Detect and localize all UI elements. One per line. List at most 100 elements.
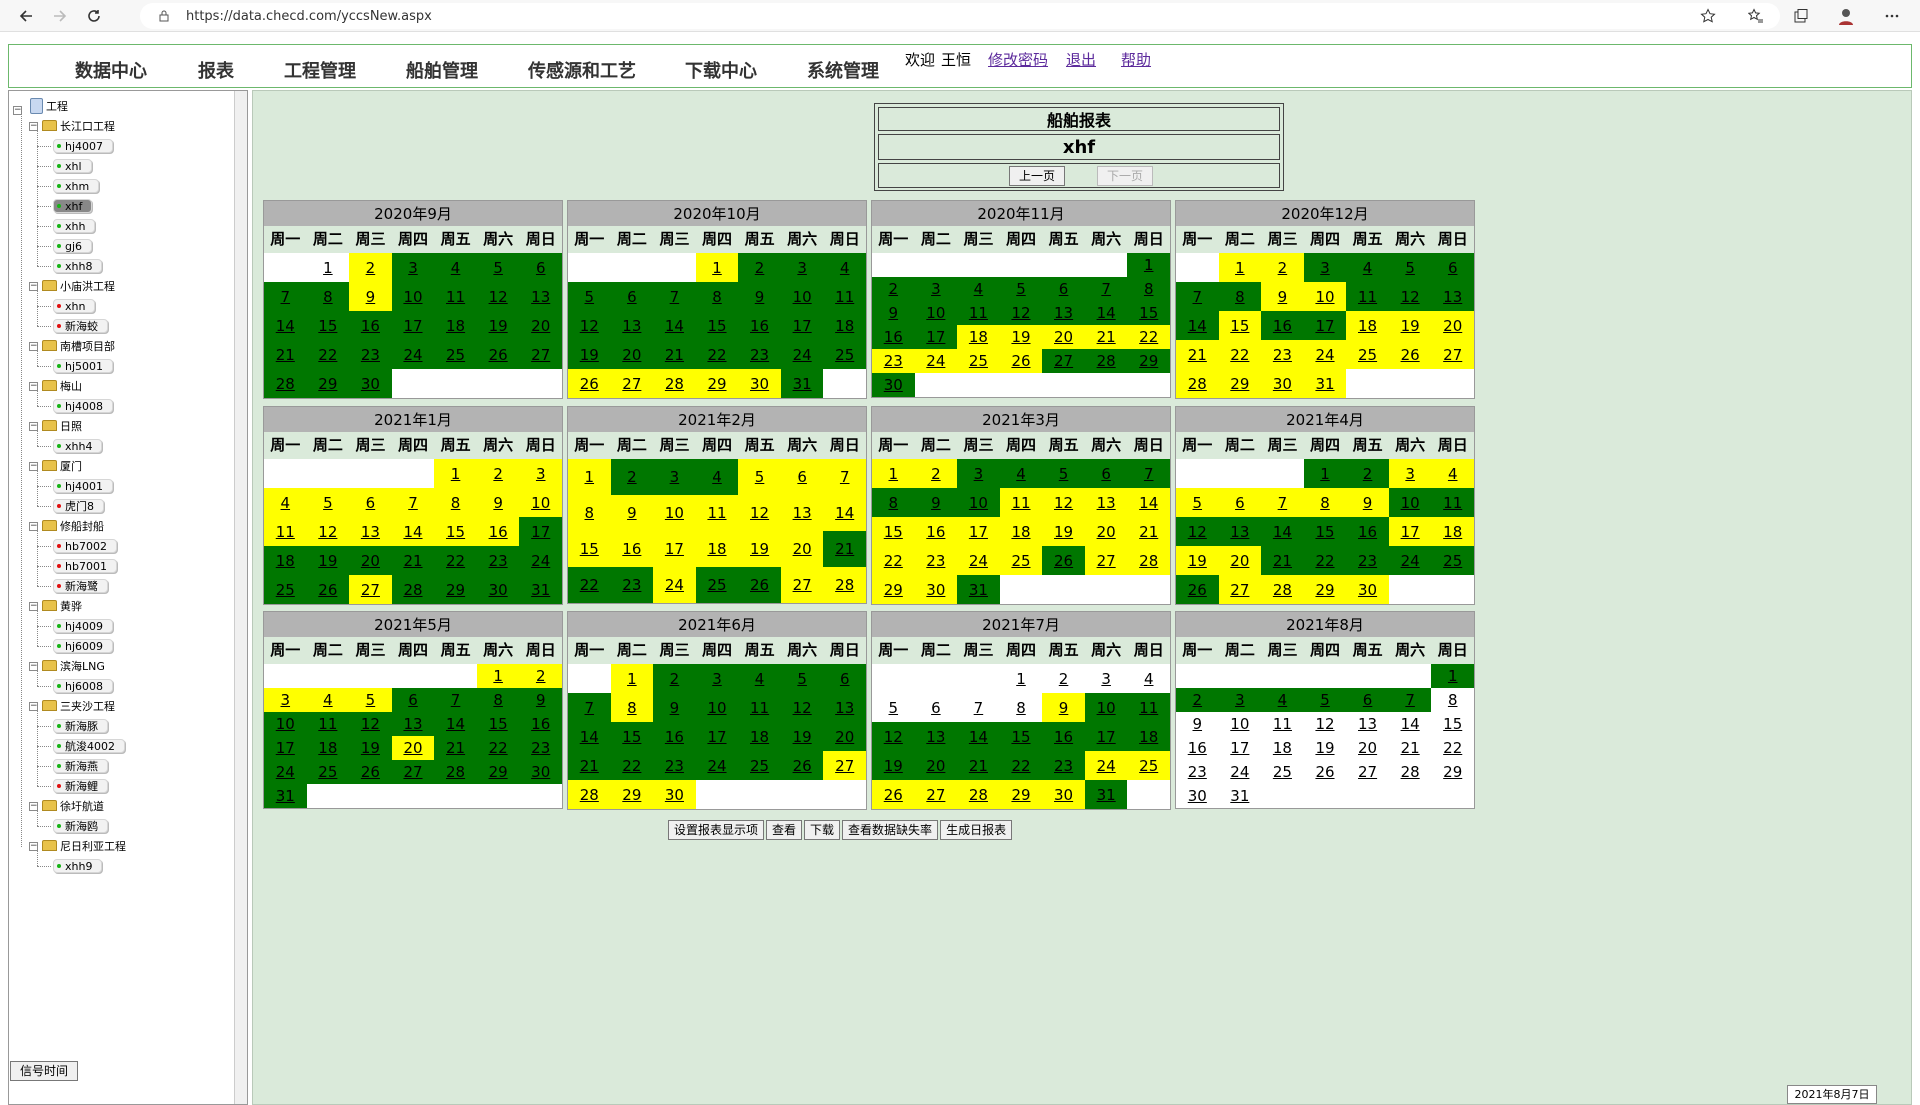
day-cell[interactable]: 18 — [1431, 517, 1474, 546]
ship-node[interactable]: hj4009 — [53, 619, 114, 633]
tree-group[interactable]: − 小庙洪工程 — [29, 277, 115, 295]
day-cell[interactable]: 18 — [823, 311, 866, 340]
day-cell[interactable]: 11 — [264, 517, 307, 546]
ship-node[interactable]: gj6 — [53, 239, 93, 253]
day-cell[interactable]: 2 — [1176, 688, 1219, 712]
sidebar-scrollbar[interactable] — [234, 91, 247, 1104]
change-password-link[interactable]: 修改密码 — [988, 49, 1048, 70]
day-cell[interactable]: 3 — [264, 688, 307, 712]
tree-item[interactable]: 虎门8 — [53, 497, 104, 515]
day-cell[interactable]: 7 — [264, 282, 307, 311]
day-cell[interactable]: 13 — [914, 722, 958, 751]
set-display-items-button[interactable]: 设置报表显示项 — [668, 820, 765, 840]
day-cell[interactable]: 12 — [738, 495, 781, 531]
day-cell[interactable]: 15 — [568, 531, 611, 567]
day-cell[interactable]: 3 — [1303, 253, 1347, 282]
day-cell[interactable]: 17 — [957, 517, 1000, 546]
tree-item[interactable]: xhl — [53, 157, 92, 175]
day-cell[interactable]: 11 — [695, 495, 739, 531]
day-cell[interactable]: 15 — [610, 722, 654, 751]
day-cell[interactable]: 5 — [738, 459, 781, 495]
day-cell[interactable]: 12 — [306, 517, 350, 546]
ship-node[interactable]: hj4001 — [53, 479, 114, 493]
day-cell[interactable]: 30 — [1346, 575, 1389, 604]
day-cell[interactable]: 5 — [1303, 688, 1347, 712]
day-cell[interactable]: 1 — [306, 253, 350, 282]
day-cell[interactable]: 23 — [1346, 546, 1389, 575]
day-cell[interactable]: 25 — [1261, 760, 1304, 784]
day-cell[interactable]: 11 — [434, 282, 477, 311]
tree-item[interactable]: xhh — [53, 217, 96, 235]
day-cell[interactable]: 23 — [872, 349, 915, 373]
day-cell[interactable]: 9 — [1261, 282, 1304, 311]
day-cell[interactable]: 16 — [1346, 517, 1389, 546]
day-cell[interactable]: 9 — [1346, 488, 1389, 517]
day-cell[interactable]: 20 — [610, 340, 654, 369]
day-cell[interactable]: 14 — [264, 311, 307, 340]
day-cell[interactable]: 16 — [914, 517, 958, 546]
day-cell[interactable]: 11 — [1127, 693, 1170, 722]
day-cell[interactable]: 24 — [780, 340, 824, 369]
ship-node[interactable]: xhn — [53, 299, 96, 313]
day-cell[interactable]: 2 — [1042, 664, 1085, 693]
day-cell[interactable]: 21 — [1084, 325, 1128, 349]
ship-node[interactable]: 新海豚 — [53, 719, 108, 733]
day-cell[interactable]: 4 — [1431, 459, 1474, 488]
day-cell[interactable]: 7 — [957, 693, 1000, 722]
next-page-button[interactable]: 下一页 — [1097, 166, 1153, 186]
more-icon[interactable] — [1876, 0, 1908, 32]
tree-group[interactable]: − 滨海LNG — [29, 657, 105, 675]
day-cell[interactable]: 18 — [1346, 311, 1389, 340]
day-cell[interactable]: 13 — [1042, 301, 1085, 325]
day-cell[interactable]: 3 — [653, 459, 696, 495]
day-cell[interactable]: 2 — [349, 253, 392, 282]
favorites-icon[interactable] — [1740, 0, 1772, 32]
day-cell[interactable]: 15 — [306, 311, 350, 340]
day-cell[interactable]: 10 — [957, 488, 1000, 517]
prev-page-button[interactable]: 上一页 — [1009, 166, 1065, 186]
day-cell[interactable]: 29 — [434, 575, 477, 604]
day-cell[interactable]: 18 — [738, 722, 781, 751]
day-cell[interactable]: 20 — [1042, 325, 1085, 349]
day-cell[interactable]: 13 — [349, 517, 392, 546]
day-cell[interactable]: 16 — [476, 517, 520, 546]
tree-item[interactable]: 新海鲤 — [53, 777, 108, 795]
day-cell[interactable]: 5 — [1042, 459, 1085, 488]
day-cell[interactable]: 28 — [1261, 575, 1304, 604]
day-cell[interactable]: 11 — [823, 282, 866, 311]
day-cell[interactable]: 17 — [1084, 722, 1128, 751]
tree-item[interactable]: hj6009 — [53, 637, 114, 655]
day-cell[interactable]: 13 — [519, 282, 562, 311]
day-cell[interactable]: 29 — [1218, 369, 1262, 398]
day-cell[interactable]: 4 — [738, 664, 781, 693]
day-cell[interactable]: 25 — [1346, 340, 1389, 369]
day-cell[interactable]: 28 — [957, 780, 1000, 809]
day-cell[interactable]: 21 — [391, 546, 435, 575]
day-cell[interactable]: 22 — [872, 546, 915, 575]
day-cell[interactable]: 6 — [1084, 459, 1128, 488]
day-cell[interactable]: 2 — [738, 253, 781, 282]
logout-link[interactable]: 退出 — [1066, 49, 1096, 70]
day-cell[interactable]: 7 — [1261, 488, 1304, 517]
day-cell[interactable]: 23 — [1176, 760, 1219, 784]
day-cell[interactable]: 20 — [349, 546, 392, 575]
ship-node[interactable]: 新海蛟 — [53, 319, 108, 333]
day-cell[interactable]: 19 — [1042, 517, 1085, 546]
day-cell[interactable]: 2 — [610, 459, 654, 495]
favorite-add-icon[interactable] — [1692, 0, 1724, 32]
ship-node[interactable]: hj6008 — [53, 679, 114, 693]
day-cell[interactable]: 24 — [695, 751, 739, 780]
day-cell[interactable]: 28 — [1176, 369, 1219, 398]
day-cell[interactable]: 7 — [391, 488, 435, 517]
day-cell[interactable]: 10 — [519, 488, 562, 517]
day-cell[interactable]: 13 — [780, 495, 824, 531]
day-cell[interactable]: 26 — [1303, 760, 1347, 784]
day-cell[interactable]: 4 — [306, 688, 350, 712]
day-cell[interactable]: 26 — [872, 780, 915, 809]
day-cell[interactable]: 24 — [1218, 760, 1262, 784]
day-cell[interactable]: 18 — [957, 325, 1000, 349]
day-cell[interactable]: 30 — [519, 760, 562, 784]
menu-ship-management[interactable]: 船舶管理 — [406, 57, 478, 83]
day-cell[interactable]: 16 — [610, 531, 654, 567]
day-cell[interactable]: 19 — [1303, 736, 1347, 760]
